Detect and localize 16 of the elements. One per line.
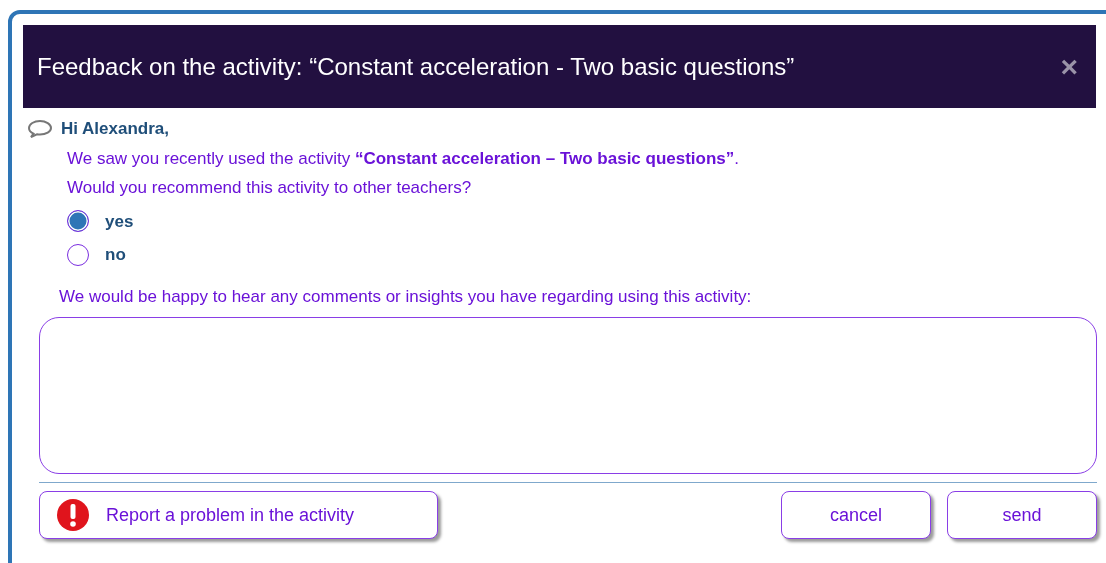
- question-text: Would you recommend this activity to other teachers?: [67, 177, 473, 199]
- close-button[interactable]: ×: [1056, 51, 1082, 82]
- comments-label: We would be happy to hear any comments or insights you have regarding using this activity:: [58, 285, 753, 308]
- radio-button[interactable]: [67, 243, 89, 266]
- dialog-title: Feedback on the activity: “Constant acceleration - Two basic questions”: [37, 51, 795, 82]
- greeting-text: Hi Alexandra,: [61, 118, 170, 140]
- warning-icon: [56, 498, 90, 532]
- message-text: We saw you recently used the activity “Constant acceleration – Two basic questions”.: [67, 147, 741, 170]
- option-label: yes: [105, 210, 134, 233]
- report-button[interactable]: Report a problem in the activity: [39, 491, 438, 539]
- action-button[interactable]: send: [947, 491, 1097, 539]
- speech-bubble-icon: [27, 118, 53, 139]
- action-button[interactable]: cancel: [781, 491, 931, 539]
- option-label: no: [105, 244, 126, 266]
- radio-button[interactable]: [67, 210, 89, 233]
- comments-field[interactable]: [39, 317, 1097, 474]
